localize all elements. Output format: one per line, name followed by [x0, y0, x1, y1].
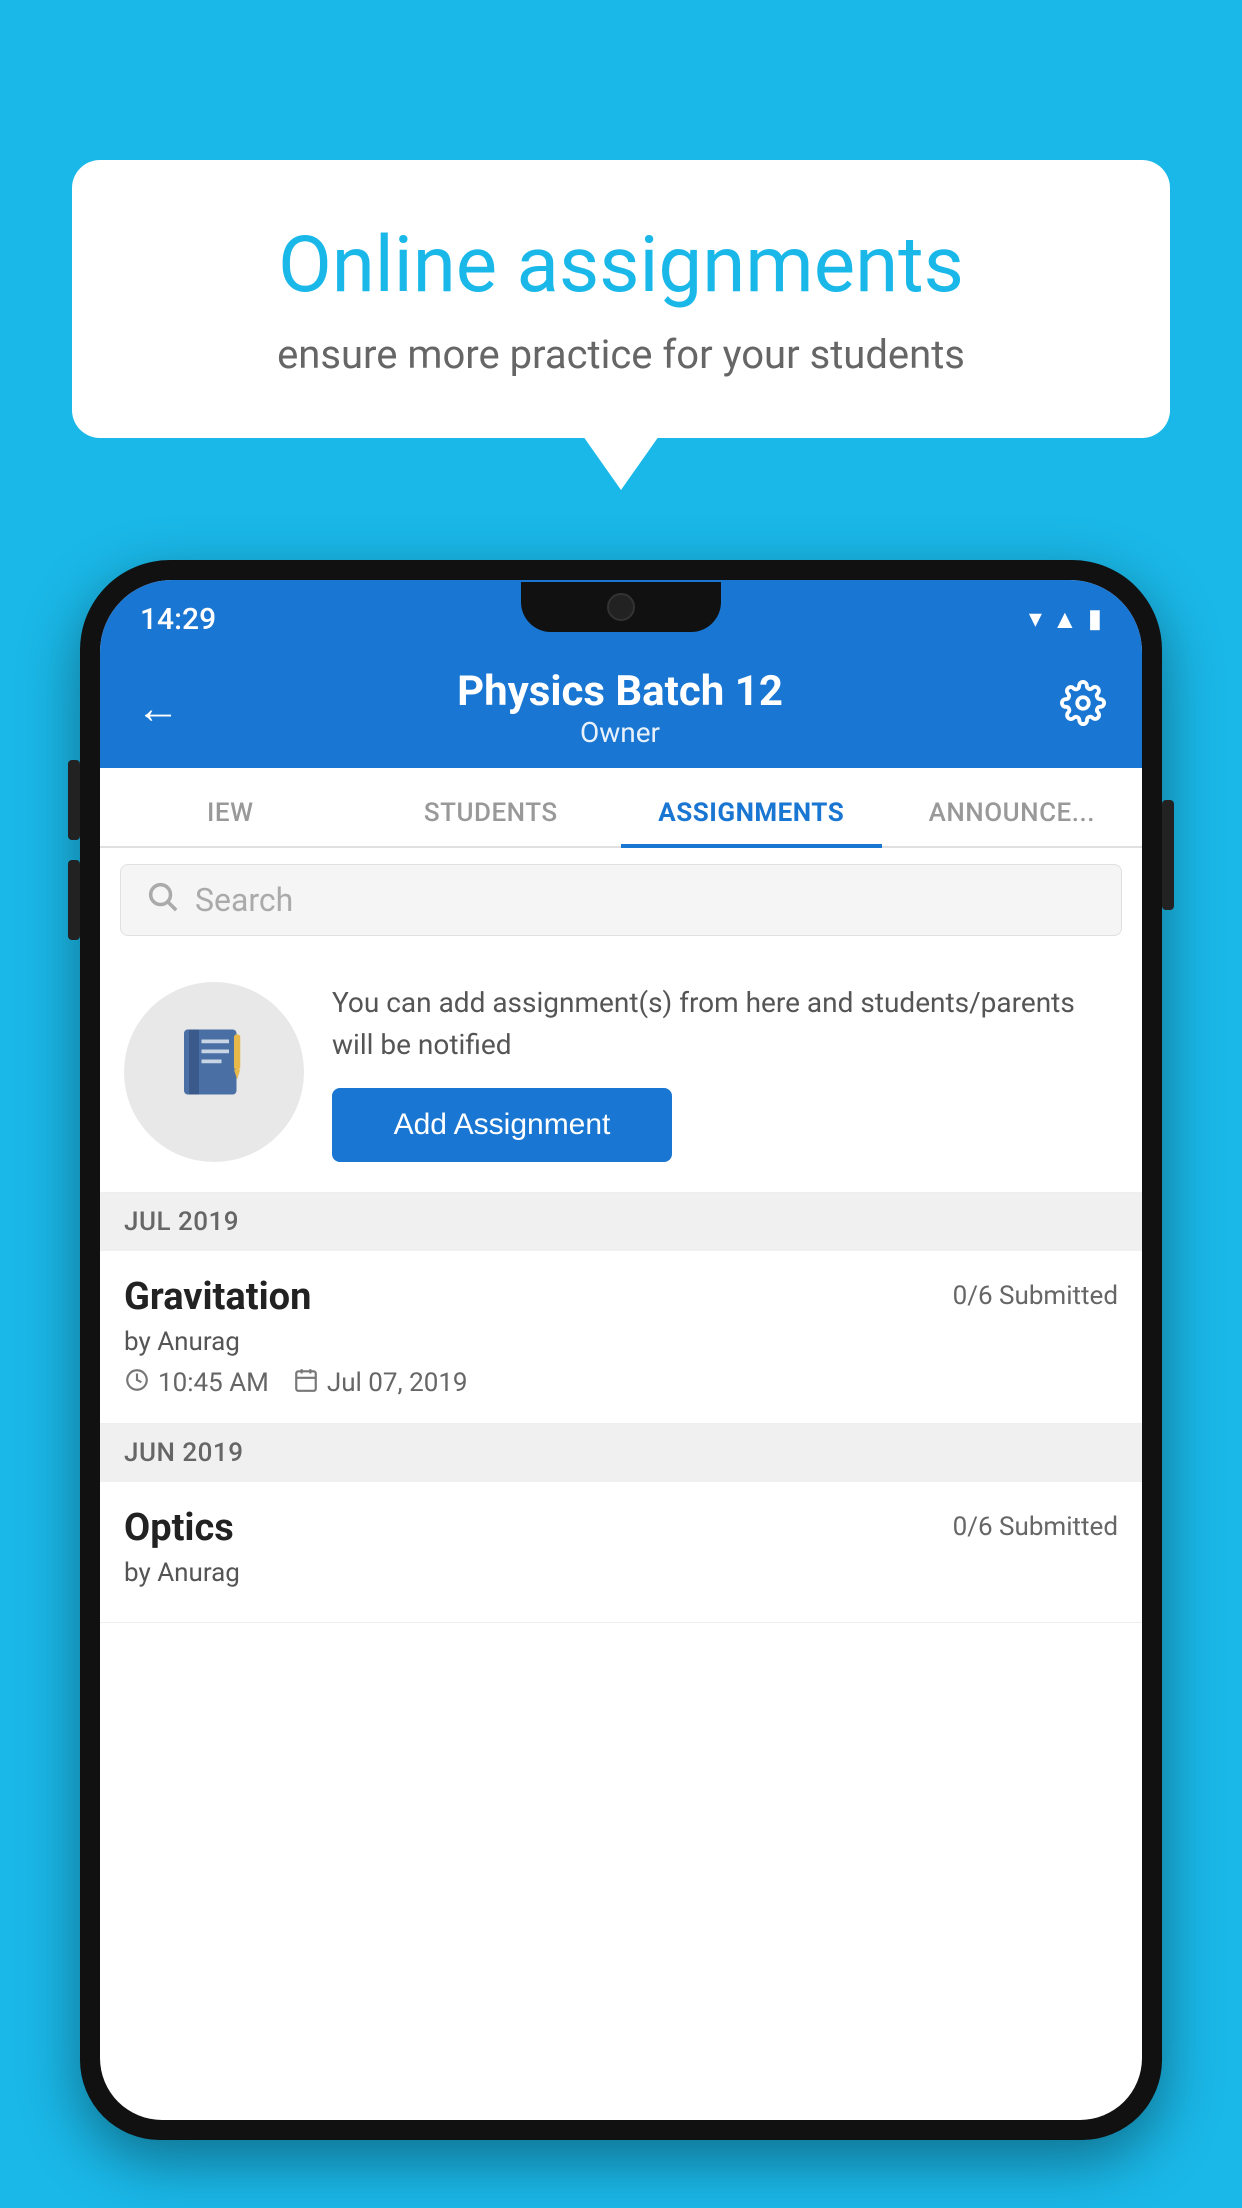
month-header-jul: JUL 2019	[100, 1193, 1142, 1251]
tabs-row: IEW STUDENTS ASSIGNMENTS ANNOUNCE...	[100, 768, 1142, 848]
month-header-jun: JUN 2019	[100, 1424, 1142, 1482]
date-badge: Jul 07, 2019	[293, 1367, 468, 1399]
speech-bubble: Online assignments ensure more practice …	[72, 160, 1170, 438]
assignment-by: by Anurag	[124, 1327, 1118, 1357]
battery-icon: ▮	[1088, 604, 1102, 634]
clock-icon	[124, 1367, 150, 1399]
add-assignment-button[interactable]: Add Assignment	[332, 1088, 672, 1162]
speech-bubble-area: Online assignments ensure more practice …	[72, 160, 1170, 438]
status-time: 14:29	[140, 602, 216, 637]
app-bar-subtitle: Owner	[457, 716, 783, 749]
info-description: You can add assignment(s) from here and …	[332, 982, 1118, 1066]
info-text-area: You can add assignment(s) from here and …	[332, 982, 1118, 1162]
front-camera	[607, 593, 635, 621]
tab-students[interactable]: STUDENTS	[361, 798, 622, 846]
signal-icon: ▲	[1052, 604, 1078, 635]
optics-submitted: 0/6 Submitted	[953, 1512, 1118, 1542]
volume-up-button	[68, 760, 80, 840]
back-button[interactable]: ←	[136, 682, 180, 734]
assignment-top-row-optics: Optics 0/6 Submitted	[124, 1506, 1118, 1550]
optics-by: by Anurag	[124, 1558, 1118, 1588]
info-section: You can add assignment(s) from here and …	[100, 952, 1142, 1193]
assignment-item-gravitation[interactable]: Gravitation 0/6 Submitted by Anurag 10:4…	[100, 1251, 1142, 1424]
tab-assignments[interactable]: ASSIGNMENTS	[621, 798, 882, 846]
app-bar-center: Physics Batch 12 Owner	[457, 667, 783, 749]
calendar-icon	[293, 1367, 319, 1399]
speech-bubble-subtitle: ensure more practice for your students	[142, 331, 1100, 378]
status-icons: ▾ ▲ ▮	[1029, 604, 1102, 635]
assignment-time-row: 10:45 AM Jul 07, 2019	[124, 1367, 1118, 1399]
power-button	[1162, 800, 1174, 910]
assignment-time: 10:45 AM	[158, 1368, 269, 1398]
app-bar-title: Physics Batch 12	[457, 667, 783, 716]
search-placeholder: Search	[195, 881, 293, 919]
speech-bubble-title: Online assignments	[142, 220, 1100, 311]
time-badge: 10:45 AM	[124, 1367, 269, 1399]
phone-notch	[521, 582, 721, 632]
volume-down-button	[68, 860, 80, 940]
notebook-icon	[174, 1022, 254, 1122]
month-label-jun: JUN 2019	[124, 1438, 243, 1468]
assignment-icon-circle	[124, 982, 304, 1162]
phone-wrapper: 14:29 ▾ ▲ ▮ ← Physics Batch 12 Owner	[80, 560, 1162, 2208]
app-bar: ← Physics Batch 12 Owner	[100, 648, 1142, 768]
month-label-jul: JUL 2019	[124, 1207, 239, 1237]
assignment-name: Gravitation	[124, 1275, 311, 1319]
search-bar[interactable]: Search	[120, 864, 1122, 936]
search-icon	[145, 879, 179, 922]
phone-outer: 14:29 ▾ ▲ ▮ ← Physics Batch 12 Owner	[80, 560, 1162, 2140]
tab-iew[interactable]: IEW	[100, 798, 361, 846]
phone-screen: 14:29 ▾ ▲ ▮ ← Physics Batch 12 Owner	[100, 580, 1142, 2120]
assignment-top-row: Gravitation 0/6 Submitted	[124, 1275, 1118, 1319]
search-container: Search	[100, 848, 1142, 952]
wifi-icon: ▾	[1029, 604, 1042, 634]
tab-announcements[interactable]: ANNOUNCE...	[882, 798, 1143, 846]
assignment-submitted: 0/6 Submitted	[953, 1281, 1118, 1311]
settings-button[interactable]	[1060, 680, 1106, 736]
assignment-date: Jul 07, 2019	[327, 1368, 468, 1398]
optics-name: Optics	[124, 1506, 234, 1550]
assignment-item-optics[interactable]: Optics 0/6 Submitted by Anurag	[100, 1482, 1142, 1623]
